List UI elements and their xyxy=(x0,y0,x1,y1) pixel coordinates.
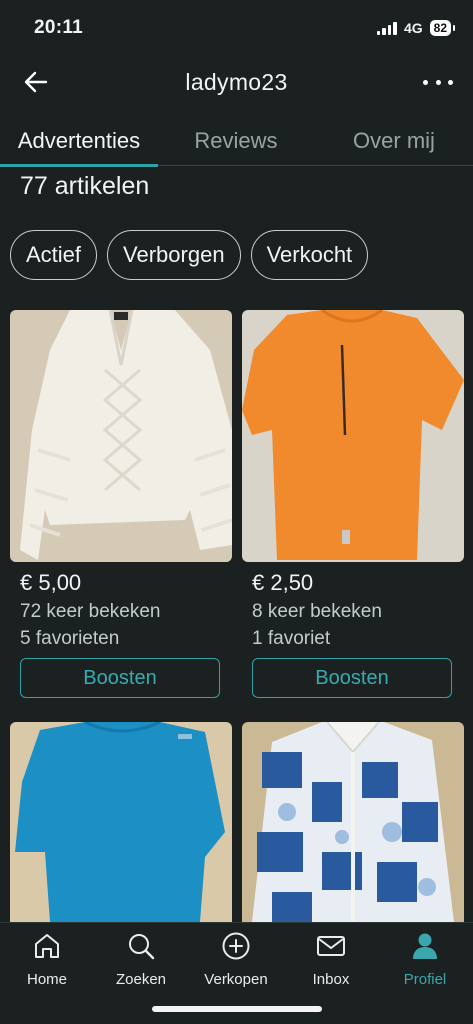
status-indicators: 4G 82 xyxy=(376,20,456,36)
item-photo-paisley-blouse[interactable] xyxy=(242,722,464,922)
dot-icon xyxy=(448,79,453,85)
listing-card[interactable] xyxy=(10,722,232,922)
arrow-left-icon xyxy=(24,71,48,93)
mail-icon xyxy=(317,936,345,956)
nav-sell[interactable]: Verkopen xyxy=(189,931,283,991)
nav-inbox-label: Inbox xyxy=(312,971,350,988)
tab-reviews[interactable]: Reviews xyxy=(170,116,302,165)
battery-icon: 82 xyxy=(429,20,456,36)
home-indicator xyxy=(152,1006,322,1012)
nav-home-label: Home xyxy=(26,971,67,988)
network-type: 4G xyxy=(403,20,423,36)
nav-home[interactable]: Home xyxy=(0,931,94,991)
nav-search-label: Zoeken xyxy=(115,971,167,988)
item-price: € 5,00 xyxy=(20,570,82,595)
boost-button[interactable]: Boosten xyxy=(252,658,452,698)
item-photo-white-sweater[interactable] xyxy=(10,310,232,562)
item-photo-orange-tshirt[interactable] xyxy=(242,310,464,562)
item-photo-blue-tshirt[interactable] xyxy=(10,722,232,922)
status-time: 20:11 xyxy=(34,17,84,38)
nav-profile[interactable]: Profiel xyxy=(378,931,472,991)
item-favorites: 5 favorieten xyxy=(20,628,120,649)
nav-profile-label: Profiel xyxy=(403,971,447,988)
more-options-button[interactable] xyxy=(423,68,453,96)
plus-circle-icon xyxy=(222,932,250,960)
item-price: € 2,50 xyxy=(252,570,314,595)
dot-icon xyxy=(435,79,441,85)
nav-search[interactable]: Zoeken xyxy=(94,931,188,991)
signal-icon xyxy=(376,21,397,35)
search-icon xyxy=(129,934,155,960)
item-favorites: 1 favoriet xyxy=(252,628,331,649)
listing-card[interactable]: € 2,50 8 keer bekeken 1 favoriet Boosten xyxy=(242,310,464,702)
top-bar: ladymo23 xyxy=(0,56,473,108)
filter-chips: Actief Verborgen Verkocht xyxy=(10,230,369,280)
filter-actief[interactable]: Actief xyxy=(10,230,98,280)
nav-sell-label: Verkopen xyxy=(204,971,268,988)
filter-verkocht[interactable]: Verkocht xyxy=(250,230,369,280)
item-views: 8 keer bekeken xyxy=(252,601,382,622)
back-button[interactable] xyxy=(22,68,50,96)
tab-advertenties[interactable]: Advertenties xyxy=(0,116,158,167)
status-bar: 20:11 4G 82 xyxy=(0,0,473,56)
item-views: 72 keer bekeken xyxy=(20,601,161,622)
home-icon xyxy=(35,934,59,958)
listing-card[interactable] xyxy=(242,722,464,922)
dot-icon xyxy=(423,79,428,85)
profile-icon xyxy=(413,933,437,959)
listing-card[interactable]: € 5,00 72 keer bekeken 5 favorieten Boos… xyxy=(10,310,232,702)
tab-over-mij[interactable]: Over mij xyxy=(330,116,458,165)
nav-inbox[interactable]: Inbox xyxy=(284,931,378,991)
profile-tabs: Advertenties Reviews Over mij xyxy=(0,116,473,167)
page-title: ladymo23 xyxy=(185,68,288,95)
boost-button[interactable]: Boosten xyxy=(20,658,220,698)
battery-level: 82 xyxy=(433,21,447,35)
filter-verborgen[interactable]: Verborgen xyxy=(107,230,241,280)
item-count: 77 artikelen xyxy=(20,172,150,200)
